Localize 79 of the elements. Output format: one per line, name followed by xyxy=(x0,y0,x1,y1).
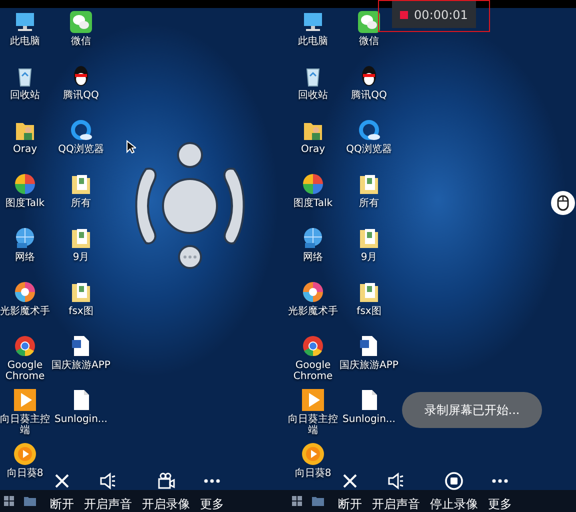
video-camera-icon xyxy=(156,471,176,491)
icon-label[interactable]: 网络 xyxy=(15,252,35,263)
chat-bubbles-icon[interactable] xyxy=(69,10,93,34)
icon-label[interactable]: 微信 xyxy=(71,36,91,47)
icon-label[interactable]: 向日葵主控端 xyxy=(288,414,338,436)
icon-label[interactable]: 9月 xyxy=(360,252,378,263)
icon-label[interactable]: 图度Talk xyxy=(293,198,333,209)
folder-icon[interactable] xyxy=(69,226,93,250)
globe-icon[interactable] xyxy=(301,226,325,250)
record-indicator-icon xyxy=(400,10,408,18)
icon-label[interactable]: 9月 xyxy=(72,252,90,263)
icon-label[interactable]: 所有 xyxy=(359,198,379,209)
icon-label[interactable]: fsx图 xyxy=(356,306,382,317)
timer-text: 00:00:01 xyxy=(414,6,468,24)
icon-label[interactable]: 回收站 xyxy=(298,90,328,101)
mouse-icon[interactable] xyxy=(550,190,576,216)
folder-icon[interactable] xyxy=(357,280,381,304)
speaker-icon xyxy=(98,471,118,491)
icon-label[interactable]: Sunlogin... xyxy=(342,414,396,425)
icon-label[interactable]: 国庆旅游APP xyxy=(340,360,398,371)
stop-icon xyxy=(444,471,464,491)
toolbar-button[interactable]: 更多 xyxy=(200,471,224,511)
icon-label[interactable]: 所有 xyxy=(71,198,91,209)
icon-label[interactable]: 网络 xyxy=(303,252,323,263)
icon-label[interactable]: 此电脑 xyxy=(10,36,40,47)
toolbar-button[interactable]: 更多 xyxy=(488,471,512,511)
icon-label[interactable]: Sunlogin... xyxy=(54,414,108,425)
chrome-circle-icon[interactable] xyxy=(301,334,325,358)
windows-start-icon[interactable] xyxy=(4,496,14,506)
color-wheel-icon[interactable] xyxy=(301,280,325,304)
icon-label[interactable]: 腾讯QQ xyxy=(63,90,99,101)
toolbar-button[interactable]: 断开 xyxy=(338,471,362,511)
folder-icon[interactable] xyxy=(69,280,93,304)
icon-label[interactable]: 微信 xyxy=(359,36,379,47)
ring-icon[interactable] xyxy=(357,118,381,142)
sun-icon[interactable] xyxy=(301,442,325,466)
icon-label[interactable]: 腾讯QQ xyxy=(351,90,387,101)
chat-bubbles-icon[interactable] xyxy=(357,10,381,34)
ring-icon[interactable] xyxy=(69,118,93,142)
icon-label[interactable]: QQ浏览器 xyxy=(58,144,104,155)
icon-label[interactable]: 光影魔术手 xyxy=(0,306,50,317)
folder-icon[interactable] xyxy=(69,172,93,196)
ball-icon[interactable] xyxy=(301,172,325,196)
icon-label[interactable]: Google Chrome xyxy=(0,360,50,382)
toolbar-button[interactable]: 开启声音 xyxy=(372,471,420,511)
more-icon xyxy=(203,479,221,483)
icon-label[interactable]: Oray xyxy=(12,144,38,155)
monitor-icon[interactable] xyxy=(13,10,37,34)
icon-label[interactable]: 向日葵8 xyxy=(294,468,332,479)
globe-icon[interactable] xyxy=(13,226,37,250)
icon-label[interactable]: 向日葵8 xyxy=(6,468,44,479)
play-tile-icon[interactable] xyxy=(13,388,37,412)
monitor-icon[interactable] xyxy=(301,10,325,34)
recording-toast: 录制屏幕已开始... xyxy=(402,392,542,428)
chrome-circle-icon[interactable] xyxy=(13,334,37,358)
icon-label[interactable]: 此电脑 xyxy=(298,36,328,47)
color-wheel-icon[interactable] xyxy=(13,280,37,304)
icon-label[interactable]: Google Chrome xyxy=(288,360,338,382)
toolbar-button[interactable]: 断开 xyxy=(50,471,74,511)
ball-icon[interactable] xyxy=(13,172,37,196)
icon-label[interactable]: 光影魔术手 xyxy=(288,306,338,317)
speaker-icon xyxy=(386,471,406,491)
sun-icon[interactable] xyxy=(13,442,37,466)
windows-start-icon[interactable] xyxy=(292,496,302,506)
toolbar-button[interactable]: 开启录像 xyxy=(142,471,190,511)
icon-label[interactable]: 回收站 xyxy=(10,90,40,101)
icon-label[interactable]: 国庆旅游APP xyxy=(52,360,110,371)
play-tile-icon[interactable] xyxy=(301,388,325,412)
icon-label[interactable]: fsx图 xyxy=(68,306,94,317)
cursor-icon xyxy=(126,140,136,154)
folder-icon[interactable] xyxy=(357,226,381,250)
toolbar-button[interactable]: 停止录像 xyxy=(430,471,478,511)
more-icon xyxy=(491,479,509,483)
icon-label[interactable]: Oray xyxy=(300,144,326,155)
icon-label[interactable]: QQ浏览器 xyxy=(346,144,392,155)
folder-icon[interactable] xyxy=(357,172,381,196)
toolbar-button[interactable]: 开启声音 xyxy=(84,471,132,511)
icon-label[interactable]: 向日葵主控端 xyxy=(0,414,50,436)
icon-label[interactable]: 图度Talk xyxy=(5,198,45,209)
